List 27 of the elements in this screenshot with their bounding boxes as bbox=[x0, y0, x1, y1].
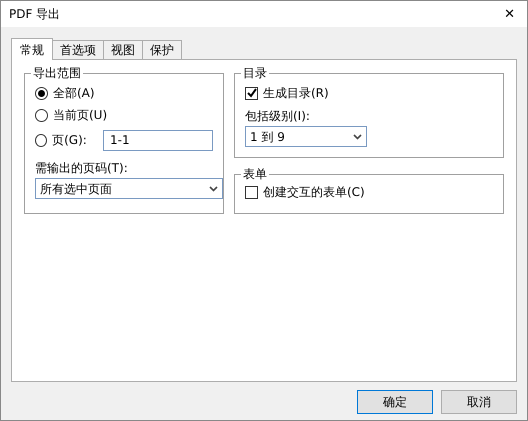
tab[interactable]: 首选项 bbox=[52, 40, 104, 59]
radio-label: 全部(A) bbox=[53, 85, 95, 102]
checkbox[interactable] bbox=[245, 186, 258, 198]
ok-button[interactable]: 确定 bbox=[357, 390, 433, 414]
dropdown[interactable]: 1 到 9 bbox=[245, 126, 367, 147]
chevron-down-icon bbox=[209, 186, 218, 192]
radio-button[interactable] bbox=[35, 86, 48, 100]
field-label: 包括级别(I): bbox=[245, 108, 311, 125]
field-label: 需输出的页码(T): bbox=[35, 160, 129, 177]
page-range-field[interactable]: 1-1 bbox=[103, 130, 213, 150]
tab[interactable]: 常规 bbox=[11, 38, 53, 60]
radio-button[interactable] bbox=[35, 108, 48, 122]
chevron-down-icon bbox=[353, 134, 362, 140]
close-button[interactable]: ✕ bbox=[500, 8, 519, 20]
radio-button[interactable] bbox=[35, 134, 48, 146]
checkbox-label: 生成目录(R) bbox=[263, 85, 329, 102]
window-title: PDF 导出 bbox=[9, 6, 60, 23]
tab[interactable]: 保护 bbox=[142, 40, 182, 59]
cancel-button[interactable]: 取消 bbox=[441, 390, 517, 414]
radio-label: 当前页(U) bbox=[53, 107, 108, 124]
checkbox[interactable] bbox=[245, 86, 258, 100]
checkbox-label: 创建交互的表单(C) bbox=[263, 184, 365, 201]
radio-label: 页(G): bbox=[52, 132, 88, 149]
group-title: 导出范围 bbox=[31, 65, 83, 81]
group-title: 表单 bbox=[241, 166, 269, 182]
group-title: 目录 bbox=[241, 65, 269, 81]
dropdown[interactable]: 所有选中页面 bbox=[35, 178, 223, 199]
